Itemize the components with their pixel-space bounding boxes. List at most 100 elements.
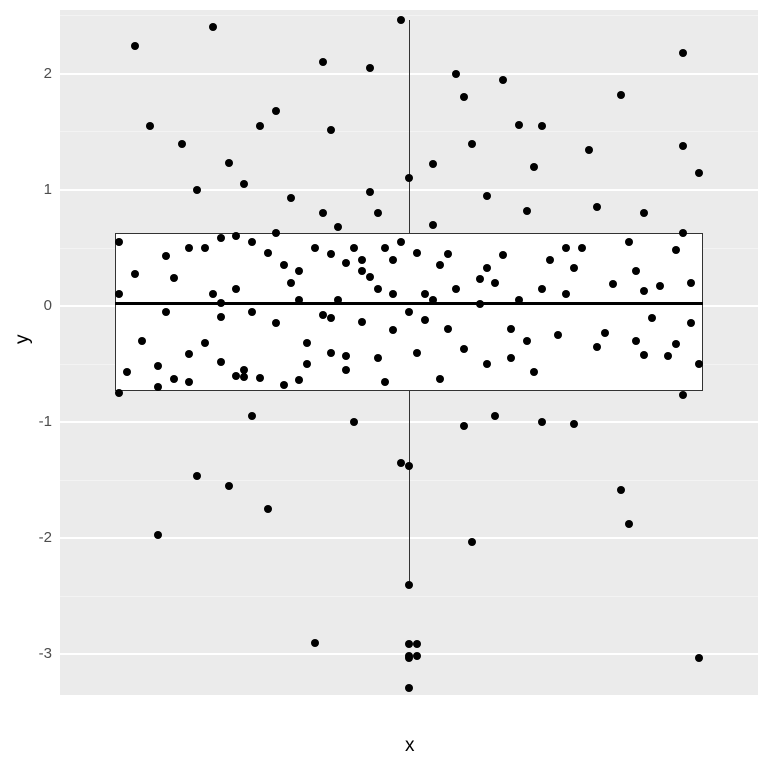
scatter-point (123, 368, 131, 376)
scatter-point (311, 639, 319, 647)
scatter-point (491, 412, 499, 420)
scatter-point (632, 337, 640, 345)
scatter-point (319, 311, 327, 319)
scatter-point (405, 308, 413, 316)
scatter-point (444, 325, 452, 333)
scatter-point (209, 290, 217, 298)
scatter-point (264, 505, 272, 513)
scatter-point (342, 352, 350, 360)
scatter-point (570, 420, 578, 428)
scatter-point (374, 354, 382, 362)
scatter-point (617, 486, 625, 494)
scatter-point (413, 652, 421, 660)
scatter-point (240, 180, 248, 188)
scatter-point (381, 244, 389, 252)
scatter-point (452, 70, 460, 78)
scatter-point (397, 459, 405, 467)
outlier-point (405, 684, 413, 692)
y-tick-label: -2 (20, 529, 52, 546)
scatter-point (334, 296, 342, 304)
scatter-point (672, 246, 680, 254)
scatter-point (554, 331, 562, 339)
scatter-point (468, 538, 476, 546)
scatter-point (483, 192, 491, 200)
scatter-point (256, 122, 264, 130)
scatter-point (232, 372, 240, 380)
scatter-point (201, 244, 209, 252)
scatter-point (225, 482, 233, 490)
outlier-point (405, 640, 413, 648)
scatter-point (185, 378, 193, 386)
scatter-point (217, 313, 225, 321)
scatter-point (648, 314, 656, 322)
scatter-point (640, 287, 648, 295)
scatter-point (405, 174, 413, 182)
scatter-point (460, 345, 468, 353)
scatter-point (460, 93, 468, 101)
scatter-point (515, 121, 523, 129)
scatter-point (131, 42, 139, 50)
scatter-point (413, 349, 421, 357)
scatter-point (578, 244, 586, 252)
scatter-point (421, 316, 429, 324)
scatter-point (476, 275, 484, 283)
scatter-point (131, 270, 139, 278)
scatter-point (366, 64, 374, 72)
scatter-point (389, 326, 397, 334)
scatter-point (397, 238, 405, 246)
whisker-lower (409, 391, 410, 585)
scatter-point (429, 221, 437, 229)
outlier-point (405, 654, 413, 662)
scatter-point (436, 375, 444, 383)
scatter-point (185, 350, 193, 358)
scatter-point (162, 308, 170, 316)
chart-figure: { "chart_data": { "type": "boxplot_with_… (0, 0, 768, 768)
scatter-point (374, 209, 382, 217)
scatter-point (303, 339, 311, 347)
scatter-point (452, 285, 460, 293)
scatter-point (193, 186, 201, 194)
y-tick-label: 2 (20, 65, 52, 82)
scatter-point (444, 250, 452, 258)
x-axis-title: x (405, 735, 415, 757)
scatter-point (679, 391, 687, 399)
scatter-point (232, 232, 240, 240)
scatter-point (366, 273, 374, 281)
y-tick-label: 0 (20, 297, 52, 314)
scatter-point (593, 203, 601, 211)
scatter-point (358, 267, 366, 275)
scatter-point (632, 267, 640, 275)
scatter-point (695, 360, 703, 368)
scatter-point (178, 140, 186, 148)
scatter-point (695, 169, 703, 177)
scatter-point (295, 267, 303, 275)
scatter-point (429, 160, 437, 168)
scatter-point (217, 234, 225, 242)
y-axis-title: y (12, 335, 34, 345)
scatter-point (342, 366, 350, 374)
scatter-point (679, 142, 687, 150)
y-tick-label: -3 (20, 645, 52, 662)
scatter-point (327, 250, 335, 258)
scatter-point (562, 290, 570, 298)
scatter-point (695, 654, 703, 662)
scatter-point (295, 376, 303, 384)
scatter-point (483, 360, 491, 368)
scatter-point (248, 412, 256, 420)
scatter-point (679, 49, 687, 57)
scatter-point (389, 290, 397, 298)
scatter-point (625, 520, 633, 528)
scatter-point (217, 299, 225, 307)
scatter-point (256, 374, 264, 382)
scatter-point (264, 249, 272, 257)
scatter-point (460, 422, 468, 430)
y-tick-label: -1 (20, 413, 52, 430)
scatter-point (476, 300, 484, 308)
scatter-point (154, 362, 162, 370)
scatter-point (287, 194, 295, 202)
scatter-point (593, 343, 601, 351)
scatter-point (272, 229, 280, 237)
scatter-point (287, 279, 295, 287)
scatter-point (640, 351, 648, 359)
scatter-point (523, 337, 531, 345)
